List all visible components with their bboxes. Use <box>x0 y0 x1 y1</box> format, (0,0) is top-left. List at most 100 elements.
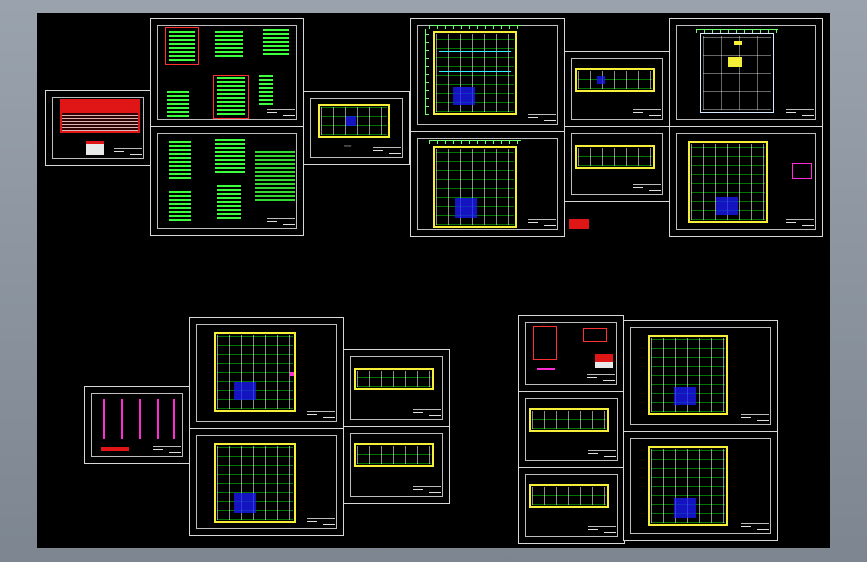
diagram-block <box>215 139 245 173</box>
sheet-equipment-schedule[interactable] <box>45 90 151 166</box>
title-block <box>413 486 441 497</box>
riser-line <box>121 399 123 439</box>
title-block <box>153 446 181 457</box>
riser-legend <box>101 447 129 451</box>
legend-diagram <box>583 328 607 342</box>
title-block <box>588 526 616 537</box>
floor-plan <box>575 145 655 169</box>
sheet-system-diagrams-1[interactable] <box>150 18 304 127</box>
title-block <box>413 409 441 420</box>
sheet-system-diagrams-2[interactable] <box>150 126 304 236</box>
plan-core <box>234 382 256 400</box>
plan-grid <box>357 446 431 464</box>
sheet-lower-strip-1[interactable] <box>343 349 450 427</box>
diagram-block <box>217 183 241 219</box>
title-block <box>786 109 814 120</box>
diagram-block <box>259 75 273 105</box>
floor-plan <box>433 31 517 115</box>
sheet-strip-plan-2[interactable] <box>564 126 670 229</box>
riser-line <box>173 399 175 439</box>
plan-core <box>716 197 738 215</box>
sheet-roof-plan[interactable] <box>669 18 823 127</box>
plan-grid <box>703 36 771 110</box>
title-block <box>528 219 556 230</box>
sheet-ground-plan[interactable] <box>669 126 823 237</box>
plan-core <box>455 198 477 218</box>
legend-table <box>595 362 613 368</box>
plan-core <box>346 116 356 126</box>
diagram-block <box>169 191 191 221</box>
diagram-block <box>167 91 189 117</box>
diagram-frame <box>165 27 199 65</box>
dimension-line <box>429 140 521 144</box>
sheet-right-plan-1[interactable] <box>623 320 778 432</box>
title-block <box>373 147 401 158</box>
floor-plan <box>575 68 655 92</box>
diagram-block <box>169 139 191 179</box>
diagram-block <box>215 29 243 57</box>
plan-core <box>674 498 696 518</box>
schedule-summary-red <box>86 141 104 144</box>
sheet-lower-plan-1[interactable] <box>189 317 344 429</box>
sheet-riser-diagram[interactable] <box>84 386 190 464</box>
title-block <box>528 114 556 125</box>
title-block <box>267 109 295 120</box>
sheet-caption: ━━━━ <box>344 144 352 148</box>
sheet-right-plan-2[interactable] <box>623 431 778 541</box>
title-block <box>307 518 335 529</box>
title-block <box>114 148 142 159</box>
plan-grid <box>532 411 606 429</box>
riser-line <box>157 399 159 439</box>
floor-plan <box>354 368 434 390</box>
floor-plan <box>214 332 296 412</box>
duct-run <box>439 51 511 52</box>
title-block <box>633 109 661 120</box>
floor-plan <box>648 446 728 526</box>
sheet-strip-plan-1[interactable] <box>564 51 670 127</box>
roof-plan <box>700 33 774 113</box>
floor-plan <box>529 484 609 508</box>
plan-grid <box>532 487 606 505</box>
title-block <box>587 374 615 385</box>
plan-grid <box>578 148 652 166</box>
sheet-right-strip-2[interactable] <box>518 467 625 544</box>
diagram-block <box>263 29 289 55</box>
title-block <box>267 218 295 229</box>
sheet-lower-strip-2[interactable] <box>343 426 450 504</box>
title-block <box>741 523 769 534</box>
floor-plan <box>318 104 390 138</box>
plan-grid <box>578 71 652 89</box>
title-block <box>786 219 814 230</box>
sheet-right-strip-1[interactable] <box>518 391 625 468</box>
sheet-plan-b[interactable] <box>410 131 565 237</box>
roof-equipment <box>728 57 742 67</box>
detail-callout <box>792 163 812 179</box>
floor-plan <box>688 141 768 223</box>
plan-core <box>453 87 475 105</box>
drawing-canvas[interactable]: ━━━━ <box>37 13 830 548</box>
riser-line <box>103 399 105 439</box>
title-block <box>588 450 616 461</box>
legend-bar <box>537 368 555 370</box>
plan-grid <box>436 34 514 112</box>
floor-plan <box>214 443 296 523</box>
duct-run <box>439 71 511 72</box>
floor-plan <box>648 335 728 415</box>
dimension-line <box>425 29 429 115</box>
plan-core <box>674 387 696 405</box>
title-block <box>633 184 661 195</box>
legend-diagram <box>533 326 557 360</box>
legend-table <box>595 354 613 362</box>
dimension-line <box>429 25 521 29</box>
floor-plan <box>354 443 434 467</box>
plan-core <box>234 493 256 513</box>
sheet-lower-plan-2[interactable] <box>189 428 344 536</box>
sheet-legend[interactable] <box>518 315 624 392</box>
roof-equipment <box>734 41 742 45</box>
sheet-small-floor-plan[interactable]: ━━━━ <box>303 91 410 165</box>
equipment-tag <box>290 372 294 376</box>
plan-core <box>597 76 605 84</box>
floor-plan <box>433 146 517 228</box>
sheet-plan-a[interactable] <box>410 18 565 132</box>
title-block <box>307 411 335 422</box>
